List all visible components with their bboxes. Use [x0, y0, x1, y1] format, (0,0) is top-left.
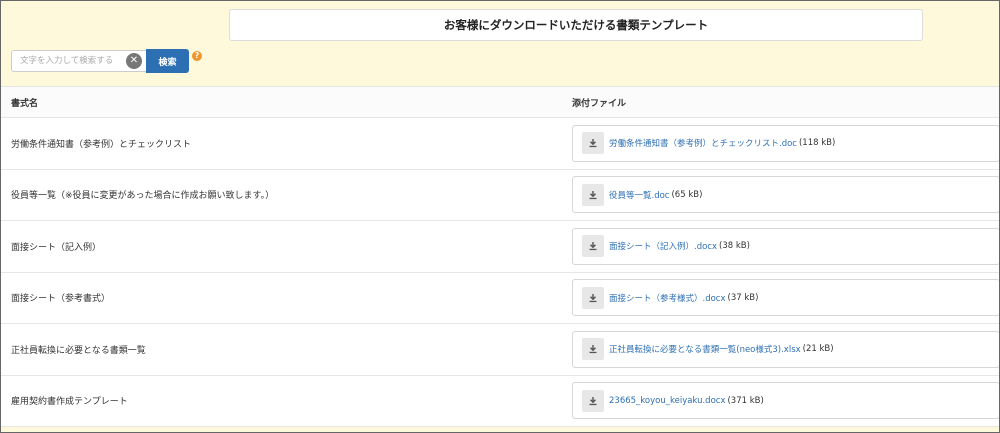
download-icon[interactable]	[582, 183, 604, 206]
file-size: (65 kB)	[671, 189, 703, 200]
attachment-cell: 面接シート（参考様式）.docx (37 kB)	[562, 279, 999, 317]
table-header: 書式名 添付ファイル	[1, 87, 999, 118]
column-header-name: 書式名	[11, 98, 39, 109]
attachment-cell: 労働条件通知書（参考例）とチェックリスト.doc (118 kB)	[562, 124, 999, 162]
clear-icon[interactable]: ✕	[126, 53, 142, 69]
attachment-cell: 23665_koyou_keiyaku.docx (371 kB)	[562, 382, 999, 420]
page-title: お客様にダウンロードいただける書類テンプレート	[229, 9, 923, 41]
file-size: (371 kB)	[727, 395, 764, 406]
file-size: (38 kB)	[719, 241, 750, 252]
file-link[interactable]: 面接シート（記入例）.docx	[609, 240, 717, 252]
template-name: 面接シート（記入例）	[11, 242, 102, 253]
table-row: 労働条件通知書（参考例）とチェックリスト 労働条件通知書（参考例）とチェックリスト…	[1, 118, 999, 170]
attachment-box: 正社員転換に必要となる書類一覧(neo様式3).xlsx (21 kB)	[572, 330, 999, 368]
column-header-file: 添付ファイル	[572, 98, 627, 109]
download-icon[interactable]	[582, 389, 604, 412]
template-name: 面接シート（参考書式）	[11, 294, 111, 305]
file-link[interactable]: 役員等一覧.doc	[609, 189, 669, 201]
table-row: 正社員転換に必要となる書類一覧 正社員転換に必要となる書類一覧(neo様式3).x…	[1, 324, 999, 376]
attachment-cell: 正社員転換に必要となる書類一覧(neo様式3).xlsx (21 kB)	[562, 330, 999, 368]
download-icon[interactable]	[582, 286, 604, 309]
table-row: 役員等一覧（※役員に変更があった場合に作成お願い致します。） 役員等一覧.doc(…	[1, 170, 999, 221]
attachment-box: 労働条件通知書（参考例）とチェックリスト.doc (118 kB)	[572, 124, 999, 162]
download-icon[interactable]	[582, 235, 604, 258]
attachment-cell: 役員等一覧.doc (65 kB)	[562, 176, 999, 214]
file-size: (21 kB)	[802, 344, 834, 355]
template-name: 正社員転換に必要となる書類一覧	[11, 345, 146, 356]
file-link[interactable]: 労働条件通知書（参考例）とチェックリスト.doc	[609, 137, 797, 149]
file-link[interactable]: 23665_koyou_keiyaku.docx	[609, 396, 725, 406]
help-icon[interactable]: ?	[192, 51, 202, 61]
download-icon[interactable]	[582, 338, 604, 361]
download-icon[interactable]	[582, 132, 604, 155]
template-name: 役員等一覧（※役員に変更があった場合に作成お願い致します。）	[11, 191, 275, 202]
attachment-cell: 面接シート（記入例）.docx (38 kB)	[562, 227, 999, 265]
attachment-box: 役員等一覧.doc (65 kB)	[572, 176, 999, 214]
template-name: 労働条件通知書（参考例）とチェックリスト	[11, 139, 192, 150]
template-name: 雇用契約書作成テンプレート	[11, 397, 128, 408]
file-link[interactable]: 面接シート（参考様式）.docx	[609, 292, 726, 304]
table-row: 雇用契約書作成テンプレート 23665_koyou_keiyaku.docx (37…	[1, 376, 999, 427]
page-frame: お客様にダウンロードいただける書類テンプレート ✕ 検索 ? 書式名 添付ファイ…	[0, 0, 1000, 433]
file-size: (37 kB)	[727, 292, 759, 303]
table-row: 面接シート（参考書式） 面接シート（参考様式）.docx (37 kB)	[1, 273, 999, 324]
attachment-box: 23665_koyou_keiyaku.docx (371 kB)	[572, 382, 999, 420]
search-bar: ✕ 検索	[11, 49, 189, 73]
file-link[interactable]: 正社員転換に必要となる書類一覧(neo様式3).xlsx	[609, 343, 801, 355]
templates-table: 書式名 添付ファイル 労働条件通知書（参考例）とチェックリスト 労働条件通知書（参…	[1, 86, 999, 427]
search-button[interactable]: 検索	[146, 49, 189, 73]
table-row: 面接シート（記入例） 面接シート（記入例）.docx (38 kB)	[1, 221, 999, 273]
attachment-box: 面接シート（参考様式）.docx (37 kB)	[572, 279, 999, 317]
file-size: (118 kB)	[798, 138, 836, 149]
attachment-box: 面接シート（記入例）.docx (38 kB)	[572, 227, 999, 265]
